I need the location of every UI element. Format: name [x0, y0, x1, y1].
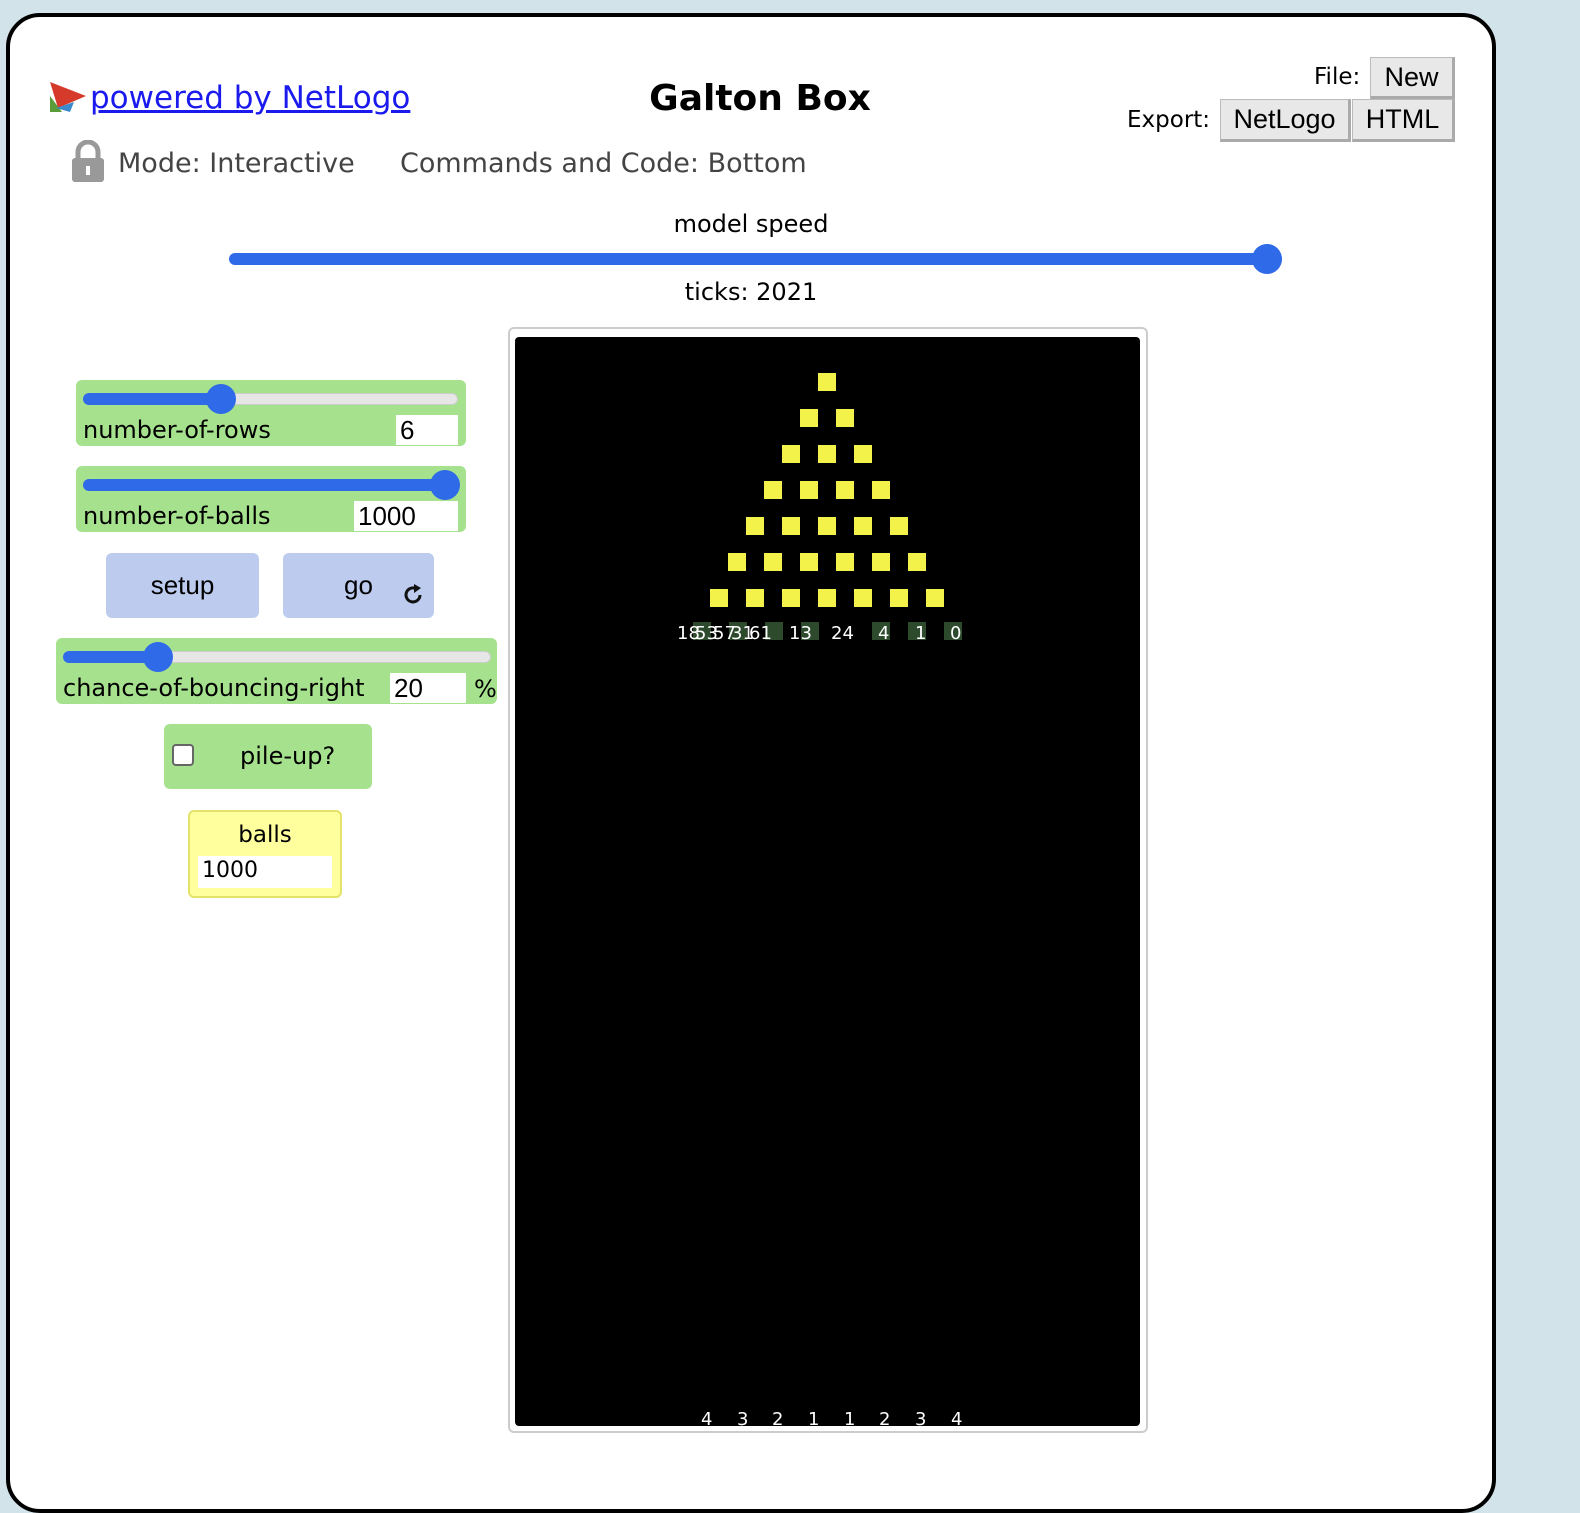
number-of-rows-slider-widget: number-of-rows 6 [76, 380, 466, 446]
bin-distance-label: 1 [844, 1409, 856, 1430]
pile-up-switch[interactable]: pile-up? [164, 724, 372, 789]
bin-distance-label: 4 [701, 1409, 713, 1430]
pile-up-checkbox[interactable] [172, 744, 194, 766]
peg [854, 589, 872, 607]
peg [926, 589, 944, 607]
bin-distance-label: 2 [879, 1409, 891, 1430]
rows-slider-fill [83, 393, 223, 405]
peg [872, 553, 890, 571]
setup-button[interactable]: setup [106, 553, 259, 618]
peg [818, 445, 836, 463]
peg [836, 409, 854, 427]
peg [908, 553, 926, 571]
rows-slider-label: number-of-rows [83, 416, 271, 444]
peg [836, 481, 854, 499]
balls-slider-label: number-of-balls [83, 502, 271, 530]
bin-distance-label: 1 [808, 1409, 820, 1430]
chance-slider-knob[interactable] [143, 642, 173, 672]
peg [782, 445, 800, 463]
rows-value-input[interactable]: 6 [396, 415, 458, 445]
chance-unit-label: % [474, 675, 497, 703]
file-label: File: [1314, 64, 1361, 90]
lock-icon[interactable] [70, 139, 106, 188]
bin-count-label: 13 [789, 623, 812, 644]
peg [800, 553, 818, 571]
bin-distance-label: 3 [737, 1409, 749, 1430]
peg [818, 589, 836, 607]
ticks-counter: ticks: 2021 [684, 278, 818, 306]
netlogo-logo-icon [48, 78, 88, 118]
export-label: Export: [1127, 107, 1211, 133]
forever-icon [401, 583, 425, 614]
peg [782, 517, 800, 535]
peg [854, 517, 872, 535]
peg [746, 589, 764, 607]
world-view[interactable]: 18 53 57 31 61 13 24 4 1 0 4 3 2 1 1 2 3… [515, 337, 1140, 1430]
peg [764, 553, 782, 571]
mode-toggle[interactable]: Mode: Interactive [118, 148, 355, 179]
peg [746, 517, 764, 535]
export-html-button[interactable]: HTML [1352, 99, 1455, 142]
peg [710, 589, 728, 607]
peg [728, 553, 746, 571]
number-of-balls-slider-widget: number-of-balls 1000 [76, 466, 466, 532]
netlogo-home-link[interactable]: powered by NetLogo [48, 78, 410, 118]
file-new-button[interactable]: New [1370, 57, 1455, 99]
model-title: Galton Box [649, 78, 871, 119]
bin-count-label: 24 [831, 623, 854, 644]
bin-distance-label: 2 [772, 1409, 784, 1430]
model-speed-knob[interactable] [1252, 244, 1282, 274]
export-netlogo-button[interactable]: NetLogo [1220, 99, 1351, 142]
peg [854, 445, 872, 463]
bin-count-label: 61 [749, 623, 772, 644]
balls-value-input[interactable]: 1000 [354, 501, 458, 531]
balls-monitor-label: balls [238, 822, 292, 848]
peg [818, 373, 836, 391]
model-speed-slider[interactable] [229, 253, 1282, 265]
peg [782, 589, 800, 607]
bin-count-label: 1 [915, 623, 927, 644]
go-button[interactable]: go [283, 553, 434, 618]
bin-distance-label: 4 [951, 1409, 963, 1430]
balls-slider-track[interactable] [83, 479, 458, 491]
pile-up-label: pile-up? [240, 742, 336, 770]
peg [818, 517, 836, 535]
balls-slider-knob[interactable] [430, 470, 460, 500]
balls-monitor: balls 1000 [188, 810, 342, 898]
bin-distance-label: 3 [915, 1409, 927, 1430]
peg [890, 517, 908, 535]
peg [836, 553, 854, 571]
bin-count-label: 4 [878, 623, 890, 644]
peg [800, 409, 818, 427]
peg [764, 481, 782, 499]
peg [890, 589, 908, 607]
go-button-label: go [344, 570, 373, 600]
bin-count-label: 0 [950, 623, 962, 644]
peg [872, 481, 890, 499]
balls-monitor-value: 1000 [198, 856, 332, 888]
chance-value-input[interactable]: 20 [390, 673, 466, 703]
chance-of-bouncing-right-slider-widget: chance-of-bouncing-right 20 % [56, 638, 497, 704]
commands-position-toggle[interactable]: Commands and Code: Bottom [400, 148, 807, 179]
chance-slider-label: chance-of-bouncing-right [63, 674, 365, 702]
powered-by-link-label: powered by NetLogo [90, 80, 411, 116]
model-speed-label: model speed [673, 210, 829, 238]
rows-slider-knob[interactable] [206, 384, 236, 414]
peg [800, 481, 818, 499]
